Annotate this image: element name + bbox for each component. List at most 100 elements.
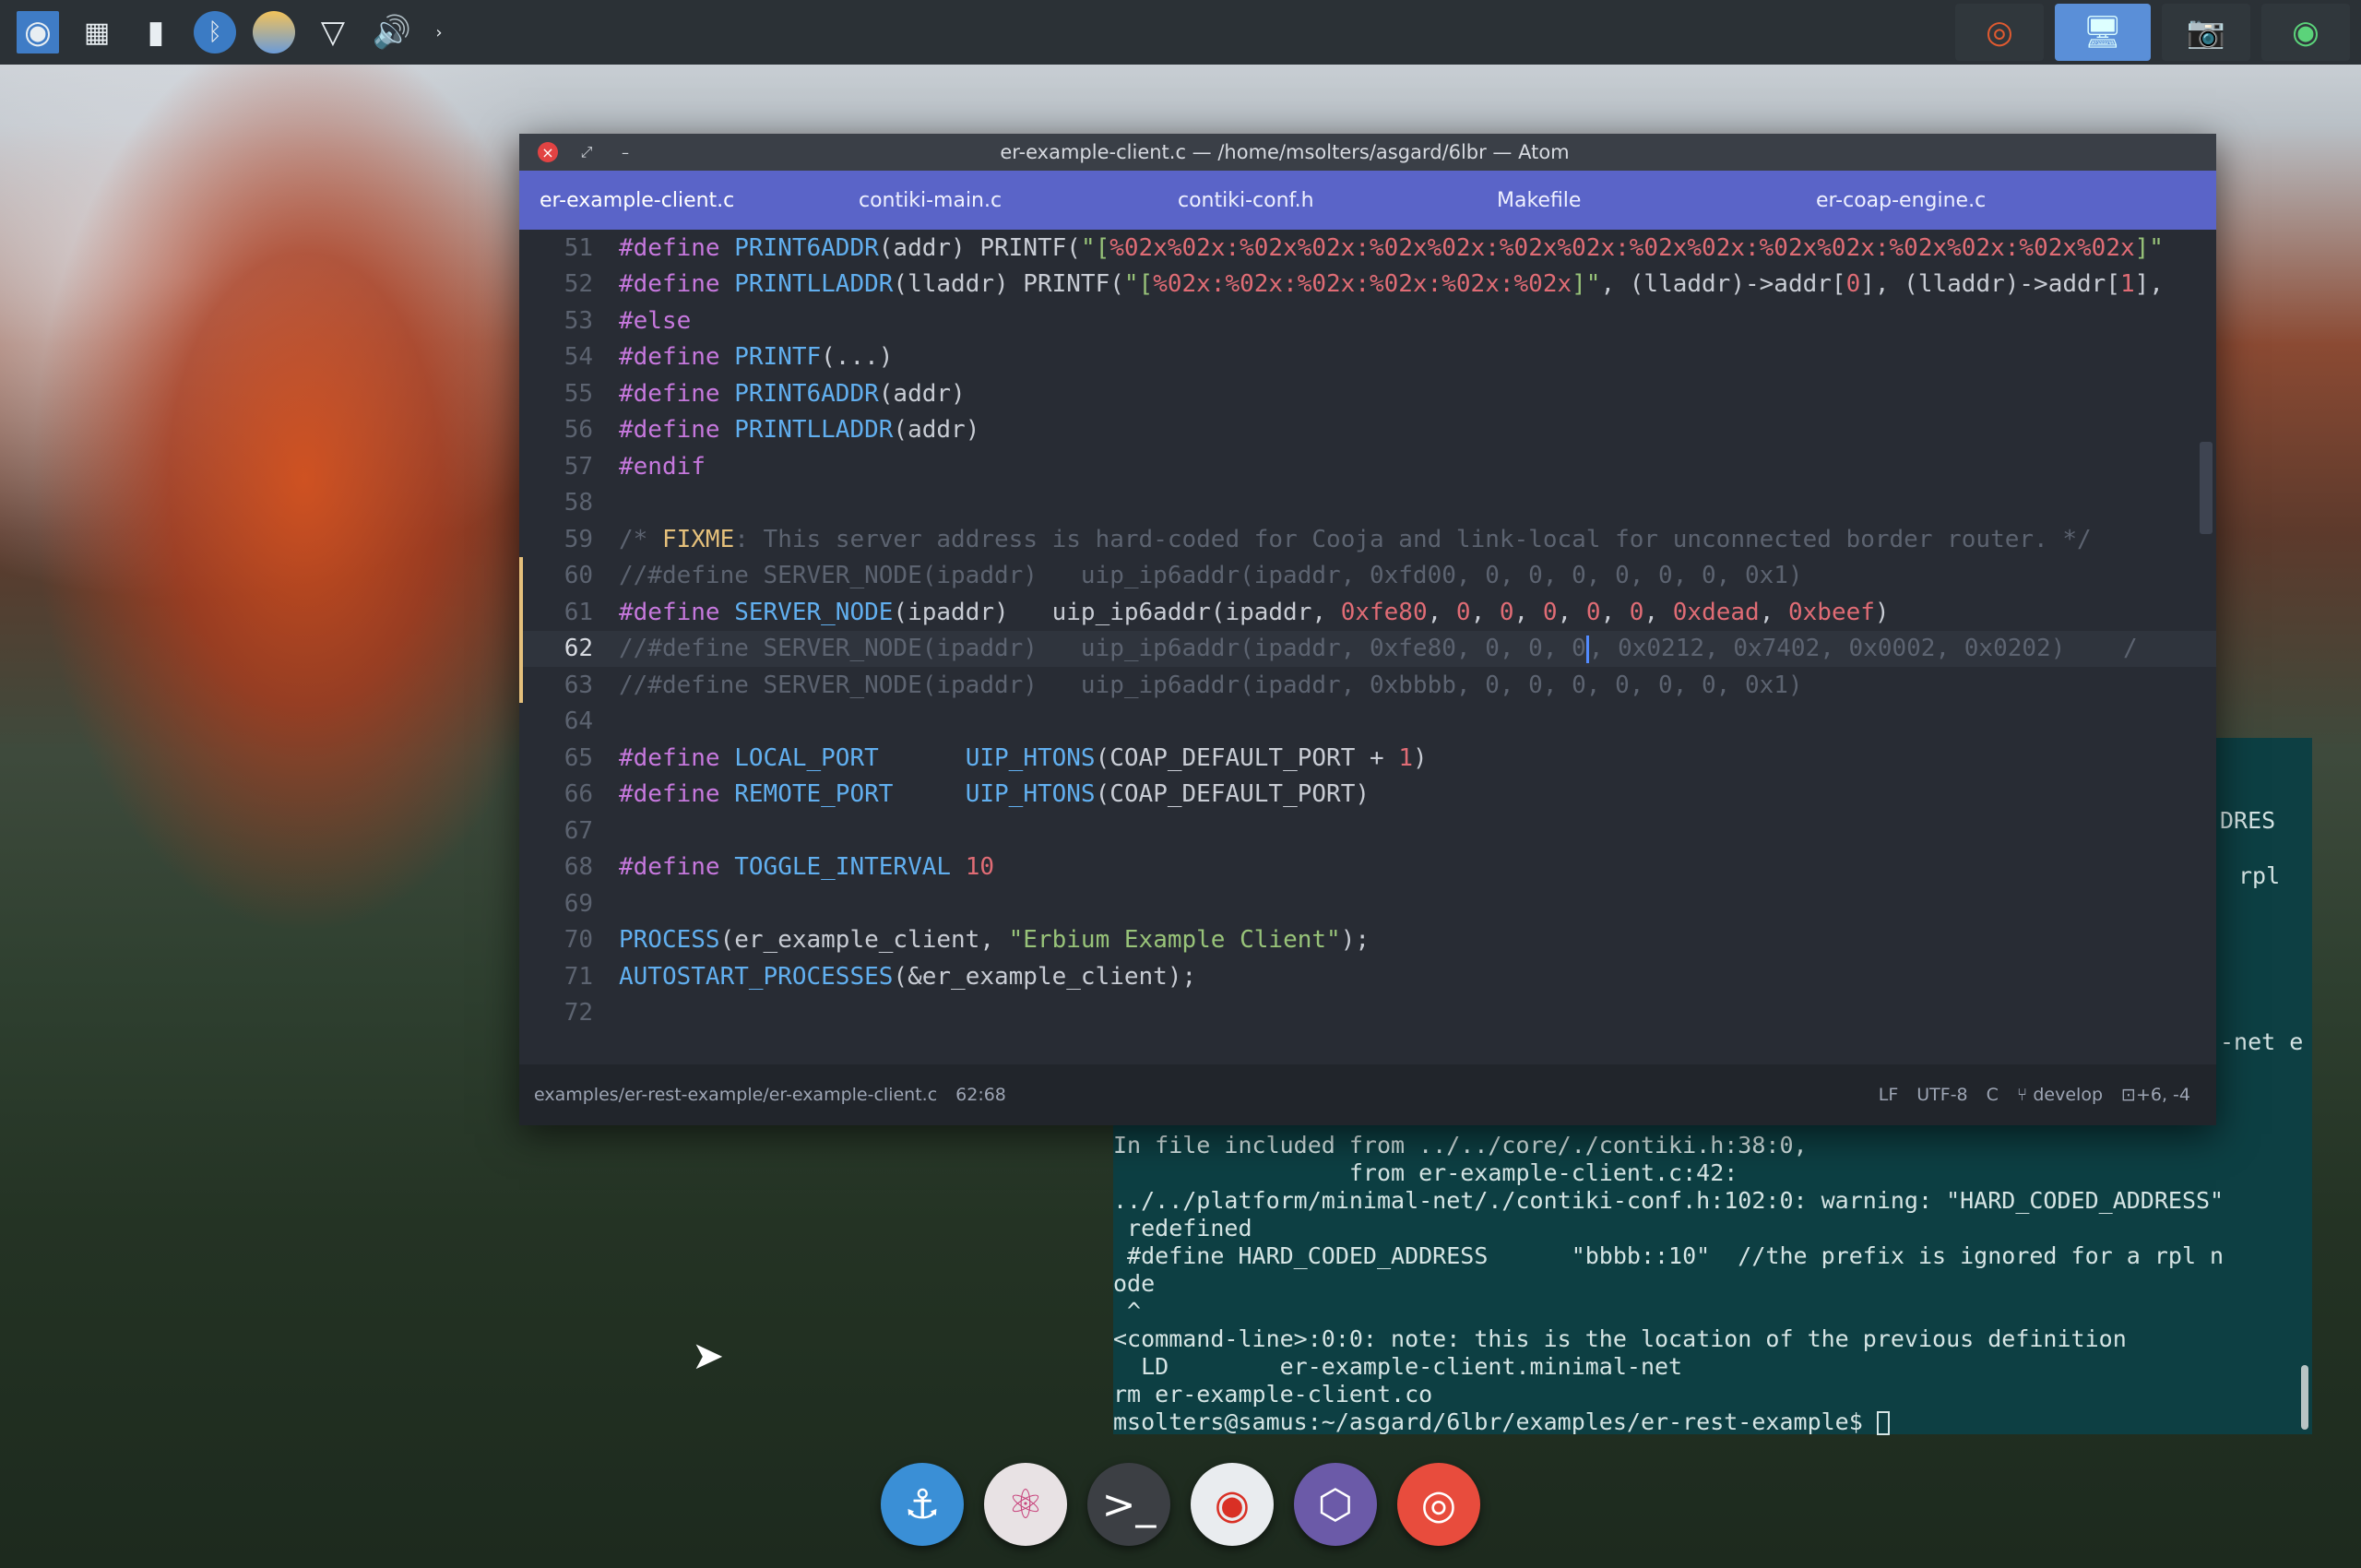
code-line[interactable]: 57 #endif	[519, 448, 2216, 485]
code-line[interactable]: 55 #define PRINT6ADDR(addr)	[519, 375, 2216, 412]
code-line[interactable]: 70 PROCESS(er_example_client, "Erbium Exa…	[519, 922, 2216, 959]
code-line[interactable]: 67	[519, 813, 2216, 849]
code-line[interactable]: 54 #define PRINTF(...)	[519, 339, 2216, 376]
line-number[interactable]: 55	[519, 380, 613, 408]
editor-scrollbar[interactable]	[2200, 442, 2213, 534]
line-number[interactable]: 64	[519, 707, 613, 735]
terminal-line: ^	[1113, 1298, 1142, 1324]
line-number[interactable]: 51	[519, 234, 613, 262]
code-line[interactable]: 68 #define TOGGLE_INTERVAL 10	[519, 849, 2216, 886]
chrome-icon[interactable]: ◉	[1191, 1463, 1274, 1546]
tab-contiki-main[interactable]: contiki-main.c	[838, 189, 1157, 212]
network-window-icon[interactable]: 🖥	[2055, 4, 2151, 61]
maximize-button[interactable]: ⤢	[576, 142, 597, 162]
code-line[interactable]: 64	[519, 704, 2216, 741]
night-light-icon[interactable]	[253, 11, 295, 53]
code-text: #else	[619, 306, 692, 335]
code-line[interactable]: 59/* FIXME: This server address is hard-…	[519, 521, 2216, 558]
atom-icon[interactable]: ⚛	[984, 1463, 1067, 1546]
line-number[interactable]: 53	[519, 307, 613, 335]
file-path[interactable]: examples/er-rest-example/er-example-clie…	[534, 1085, 937, 1105]
code-line[interactable]: 72	[519, 995, 2216, 1032]
close-icon: ×	[541, 143, 554, 161]
atom-window: × ⤢ – er-example-client.c — /home/msolte…	[519, 134, 2216, 1125]
tab-makefile[interactable]: Makefile	[1477, 189, 1796, 212]
screenshot-tool-icon[interactable]: ◎	[1397, 1463, 1480, 1546]
record-icon[interactable]: ◎	[1955, 4, 2044, 61]
branch-name: develop	[2033, 1085, 2104, 1105]
chevron-right-icon[interactable]: ›	[430, 11, 448, 53]
wifi-icon[interactable]: ▽	[312, 11, 354, 53]
anchor-icon[interactable]: ⚓	[881, 1463, 964, 1546]
code-line[interactable]: 58	[519, 485, 2216, 522]
line-number[interactable]: 52	[519, 270, 613, 298]
code-line[interactable]: 65 #define LOCAL_PORT UIP_HTONS(COAP_DEFA…	[519, 740, 2216, 777]
cursor-position[interactable]: 62:68	[955, 1085, 1006, 1105]
terminal-prompt: msolters@samus:~/asgard/6lbr/examples/er…	[1113, 1408, 1877, 1435]
line-number[interactable]: 59	[519, 526, 613, 553]
line-number[interactable]: 69	[519, 890, 613, 918]
minimize-button[interactable]: –	[615, 142, 635, 162]
diff-stats: +6, -4	[2135, 1085, 2190, 1105]
line-number[interactable]: 54	[519, 343, 613, 371]
line-number[interactable]: 56	[519, 416, 613, 444]
line-number[interactable]: 72	[519, 999, 613, 1027]
files-icon[interactable]: ⬡	[1294, 1463, 1377, 1546]
git-modified-marker	[519, 557, 523, 703]
code-line[interactable]: 61 #define SERVER_NODE(ipaddr) uip_ip6add…	[519, 594, 2216, 631]
line-number[interactable]: 66	[519, 780, 613, 808]
tab-contiki-conf[interactable]: contiki-conf.h	[1157, 189, 1477, 212]
globe-icon[interactable]: ◉	[2261, 4, 2350, 61]
tab-er-example-client[interactable]: er-example-client.c	[519, 188, 838, 212]
line-number[interactable]: 62	[519, 635, 613, 662]
tab-bar: er-example-client.c contiki-main.c conti…	[519, 171, 2216, 230]
line-number[interactable]: 71	[519, 963, 613, 991]
mouse-pointer-icon: ➤	[692, 1333, 725, 1378]
line-number[interactable]: 58	[519, 489, 613, 517]
terminal-icon[interactable]: >_	[1087, 1463, 1170, 1546]
line-number[interactable]: 70	[519, 926, 613, 954]
terminal-line: In file included from ../../core/./conti…	[1113, 1132, 1808, 1158]
line-number[interactable]: 63	[519, 671, 613, 699]
line-number[interactable]: 61	[519, 599, 613, 626]
line-ending[interactable]: LF	[1879, 1085, 1899, 1105]
code-line[interactable]: 56 #define PRINTLLADDR(addr)	[519, 412, 2216, 449]
code-line[interactable]: 66 #define REMOTE_PORT UIP_HTONS(COAP_DEF…	[519, 777, 2216, 814]
app-menu-icon[interactable]: ◉	[17, 11, 59, 53]
line-number[interactable]: 60	[519, 562, 613, 589]
code-line[interactable]: 63//#define SERVER_NODE(ipaddr) uip_ip6a…	[519, 667, 2216, 704]
screenshot-icon[interactable]: 📷	[2162, 4, 2250, 61]
line-number[interactable]: 57	[519, 453, 613, 481]
code-line[interactable]: 52 #define PRINTLLADDR(lladdr) PRINTF("[%…	[519, 267, 2216, 303]
branch-icon: ⑂	[2016, 1085, 2034, 1105]
code-text: #define SERVER_NODE(ipaddr) uip_ip6addr(…	[619, 598, 1890, 626]
line-number[interactable]: 67	[519, 817, 613, 845]
line-number[interactable]: 65	[519, 744, 613, 772]
encoding[interactable]: UTF-8	[1916, 1085, 1967, 1105]
code-line[interactable]: 51 #define PRINT6ADDR(addr) PRINTF("[%02x…	[519, 230, 2216, 267]
clipboard-icon[interactable]: ▮	[135, 11, 177, 53]
git-diff[interactable]: ⊡+6, -4	[2121, 1085, 2190, 1105]
git-branch[interactable]: ⑂ develop	[2017, 1085, 2103, 1105]
close-button[interactable]: ×	[538, 142, 558, 162]
title-bar[interactable]: × ⤢ – er-example-client.c — /home/msolte…	[519, 134, 2216, 171]
terminal-line: <command-line>:0:0: note: this is the lo…	[1113, 1325, 2127, 1352]
terminal-line: redefined	[1113, 1215, 1252, 1241]
code-line[interactable]: 60//#define SERVER_NODE(ipaddr) uip_ip6a…	[519, 558, 2216, 595]
code-editor[interactable]: 51 #define PRINT6ADDR(addr) PRINTF("[%02x…	[519, 230, 2216, 1064]
workspace-switcher-icon[interactable]: ▦	[76, 11, 118, 53]
code-line[interactable]: 62//#define SERVER_NODE(ipaddr) uip_ip6a…	[519, 630, 2216, 667]
taskbar-windows: ◎ 🖥 📷 ◉	[1955, 0, 2361, 65]
terminal-line: ode	[1113, 1270, 1156, 1297]
terminal-prompt-line[interactable]: msolters@samus:~/asgard/6lbr/examples/er…	[1113, 1408, 2224, 1436]
volume-icon[interactable]: 🔊	[371, 11, 413, 53]
code-line[interactable]: 53 #else	[519, 303, 2216, 339]
grammar[interactable]: C	[1987, 1085, 1999, 1105]
bluetooth-icon[interactable]: ᛒ	[194, 11, 236, 53]
code-line[interactable]: 71 AUTOSTART_PROCESSES(&er_example_client…	[519, 958, 2216, 995]
code-text: #define PRINTLLADDR(lladdr) PRINTF("[%02…	[619, 270, 2164, 299]
code-line[interactable]: 69	[519, 885, 2216, 922]
tab-er-coap-engine[interactable]: er-coap-engine.c	[1796, 189, 2115, 212]
terminal-scrollbar[interactable]	[2301, 1365, 2308, 1430]
line-number[interactable]: 68	[519, 853, 613, 881]
